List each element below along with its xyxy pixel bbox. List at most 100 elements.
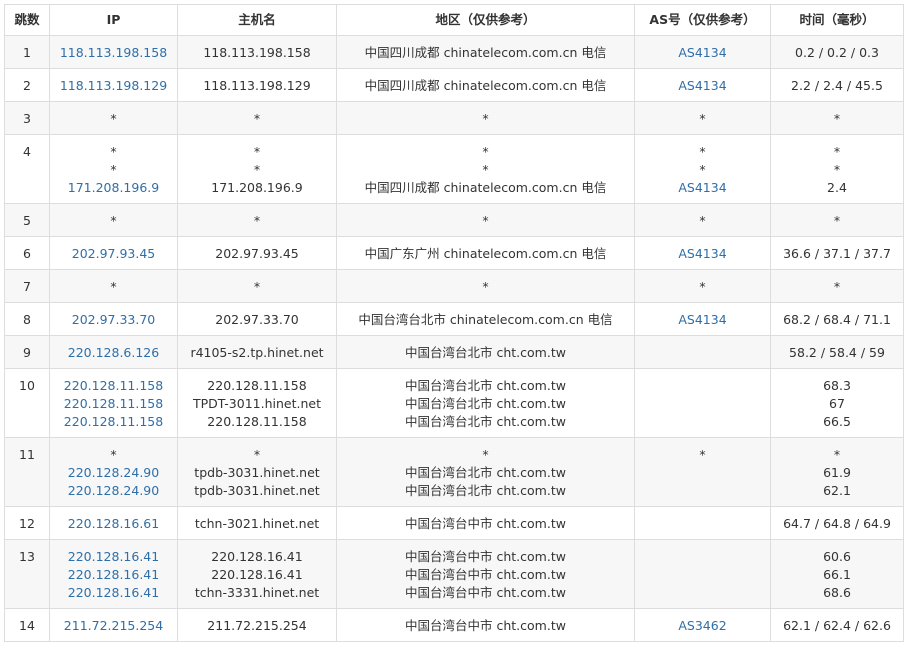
latency-text: 62.1 / 62.4 / 62.6 <box>783 618 891 633</box>
header-time: 时间（毫秒） <box>770 4 904 36</box>
ip-address-link[interactable]: 220.128.24.90 <box>50 482 177 500</box>
ip-address-link[interactable]: 211.72.215.254 <box>50 617 177 635</box>
time-cell: 2.2 / 2.4 / 45.5 <box>770 68 904 102</box>
host-cell: * tpdb-3031.hinet.net tpdb-3031.hinet.net <box>177 437 337 507</box>
as-number-link[interactable]: AS4134 <box>635 311 770 329</box>
latency-text: 36.6 / 37.1 / 37.7 <box>783 246 891 261</box>
traceroute-table: 跳数 IP 主机名 地区（仅供参考） AS号（仅供参考） 时间（毫秒） 1 118… <box>4 4 904 642</box>
time-cell: * 61.9 62.1 <box>770 437 904 507</box>
header-region: 地区（仅供参考） <box>336 4 635 36</box>
region-cell: 中国四川成都 chinatelecom.com.cn 电信 <box>336 68 635 102</box>
hostname-text: TPDT-3011.hinet.net <box>193 396 321 411</box>
hop-number: 13 <box>4 539 50 609</box>
hostname-text: tchn-3331.hinet.net <box>194 585 320 600</box>
latency-text: 2.4 <box>827 180 847 195</box>
region-cell: 中国台湾台中市 cht.com.tw <box>336 506 635 540</box>
ip-address-link[interactable]: 220.128.16.41 <box>50 548 177 566</box>
hostname-text: tpdb-3031.hinet.net <box>194 483 320 498</box>
ip-address-link[interactable]: 220.128.6.126 <box>50 344 177 362</box>
region-text: 中国广东广州 chinatelecom.com.cn 电信 <box>364 246 607 261</box>
timeout-marker: * <box>110 144 117 159</box>
region-text: 中国台湾台北市 cht.com.tw <box>405 465 566 480</box>
region-text: 中国台湾台中市 cht.com.tw <box>405 585 566 600</box>
region-text: 中国四川成都 chinatelecom.com.cn 电信 <box>364 45 607 60</box>
hop-number: 10 <box>4 368 50 438</box>
hop-number: 11 <box>4 437 50 507</box>
table-row: 10 220.128.11.158 220.128.11.158 220.128.11… <box>4 368 904 438</box>
region-text: 中国四川成都 chinatelecom.com.cn 电信 <box>364 78 607 93</box>
timeout-marker: * <box>253 111 261 126</box>
host-cell: * <box>177 101 337 135</box>
hop-number: 1 <box>4 35 50 69</box>
ip-address-link[interactable]: 220.128.16.41 <box>50 584 177 602</box>
timeout-marker: * <box>833 144 841 159</box>
ip-cell: 220.128.16.41 220.128.16.41 220.128.16.41 <box>49 539 178 609</box>
ip-address-link[interactable]: 220.128.11.158 <box>50 413 177 431</box>
hostname-text: 220.128.11.158 <box>207 378 307 393</box>
timeout-marker: * <box>833 111 841 126</box>
time-cell: 62.1 / 62.4 / 62.6 <box>770 608 904 642</box>
as-cell: AS4134 <box>634 68 771 102</box>
ip-address-link[interactable]: 220.128.24.90 <box>50 464 177 482</box>
ip-address-link[interactable]: 118.113.198.129 <box>50 77 177 95</box>
ip-address-link[interactable]: 220.128.11.158 <box>50 377 177 395</box>
time-cell: * <box>770 203 904 237</box>
as-number-link[interactable]: AS4134 <box>635 44 770 62</box>
as-number-link <box>635 344 770 362</box>
table-row: 8 202.97.33.70 202.97.33.70 中国台湾台北市 chinate… <box>4 302 904 336</box>
region-cell: * <box>336 101 635 135</box>
ip-address-link[interactable]: 118.113.198.158 <box>50 44 177 62</box>
as-number-link <box>635 584 770 602</box>
hostname-text: 211.72.215.254 <box>207 618 307 633</box>
ip-address-link[interactable]: 220.128.16.61 <box>50 515 177 533</box>
ip-address-link[interactable]: 220.128.11.158 <box>50 395 177 413</box>
host-cell: r4105-s2.tp.hinet.net <box>177 335 337 369</box>
ip-cell: * <box>49 101 178 135</box>
as-number-link[interactable]: AS3462 <box>635 617 770 635</box>
host-cell: 220.128.11.158 TPDT-3011.hinet.net 220.128… <box>177 368 337 438</box>
host-cell: 220.128.16.41 220.128.16.41 tchn-3331.hine… <box>177 539 337 609</box>
table-row: 5 * * * * * <box>4 203 904 237</box>
table-row: 7 * * * * * <box>4 269 904 303</box>
timeout-marker: * <box>253 447 261 462</box>
as-number-link <box>635 413 770 431</box>
as-number-link[interactable]: AS4134 <box>635 245 770 263</box>
hostname-text: 118.113.198.158 <box>203 45 311 60</box>
hostname-text: 202.97.33.70 <box>215 312 299 327</box>
region-text: 中国台湾台北市 cht.com.tw <box>405 483 566 498</box>
host-cell: tchn-3021.hinet.net <box>177 506 337 540</box>
latency-text: 66.1 <box>823 567 851 582</box>
region-text: 中国四川成都 chinatelecom.com.cn 电信 <box>364 180 607 195</box>
region-cell: 中国四川成都 chinatelecom.com.cn 电信 <box>336 35 635 69</box>
ip-cell: 220.128.6.126 <box>49 335 178 369</box>
timeout-marker: * <box>253 162 261 177</box>
ip-address-link[interactable]: 202.97.33.70 <box>50 311 177 329</box>
host-cell: 202.97.33.70 <box>177 302 337 336</box>
time-cell: 58.2 / 58.4 / 59 <box>770 335 904 369</box>
timeout-marker: * <box>482 144 489 159</box>
region-cell: 中国台湾台中市 cht.com.tw 中国台湾台中市 cht.com.tw 中国台湾… <box>336 539 635 609</box>
as-cell: AS4134 <box>634 236 771 270</box>
hostname-text: 220.128.16.41 <box>211 549 303 564</box>
table-row: 14 211.72.215.254 211.72.215.254 中国台湾台中市 ch… <box>4 608 904 642</box>
region-text: 中国台湾台北市 cht.com.tw <box>405 345 566 360</box>
table-row: 3 * * * * * <box>4 101 904 135</box>
as-number-link[interactable]: AS4134 <box>635 179 770 197</box>
region-cell: 中国台湾台北市 cht.com.tw <box>336 335 635 369</box>
hop-number: 5 <box>4 203 50 237</box>
hop-number: 6 <box>4 236 50 270</box>
latency-text: 68.3 <box>823 378 851 393</box>
ip-address-link[interactable]: 220.128.16.41 <box>50 566 177 584</box>
ip-address-link[interactable]: 171.208.196.9 <box>50 179 177 197</box>
latency-text: 2.2 / 2.4 / 45.5 <box>791 78 883 93</box>
as-number-link <box>635 566 770 584</box>
timeout-marker: * <box>699 111 706 126</box>
as-number-link[interactable]: AS4134 <box>635 77 770 95</box>
as-cell <box>634 335 771 369</box>
latency-text: 58.2 / 58.4 / 59 <box>789 345 885 360</box>
ip-address-link[interactable]: 202.97.93.45 <box>50 245 177 263</box>
host-cell: 118.113.198.158 <box>177 35 337 69</box>
latency-text: 68.2 / 68.4 / 71.1 <box>783 312 891 327</box>
timeout-marker: * <box>699 162 706 177</box>
time-cell: * <box>770 101 904 135</box>
